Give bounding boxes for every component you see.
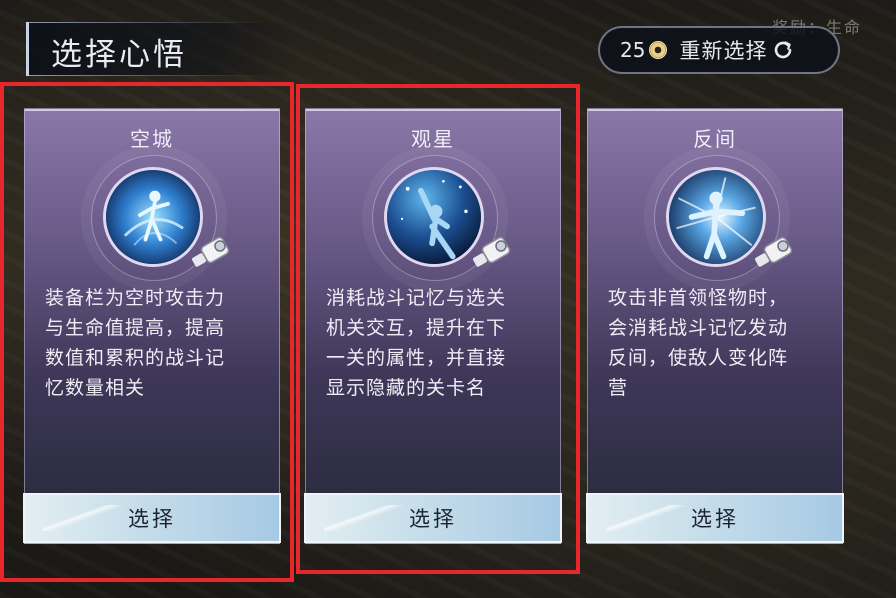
desc-line: 数值和累积的战斗记 bbox=[45, 347, 226, 369]
select-button-label: 选择 bbox=[691, 507, 739, 531]
desc-line: 显示隐藏的关卡名 bbox=[326, 377, 487, 399]
desc-line: 攻击非首领怪物时， bbox=[608, 287, 789, 309]
coin-icon bbox=[649, 41, 668, 59]
reroll-button[interactable]: 25 重新选择 bbox=[598, 26, 840, 74]
desc-line: 一关的属性，并直接 bbox=[326, 347, 507, 369]
refresh-icon bbox=[775, 41, 792, 59]
reroll-cost: 25 bbox=[620, 38, 646, 62]
desc-line: 忆数量相关 bbox=[45, 377, 146, 399]
desc-line: 会消耗战斗记忆发动 bbox=[608, 317, 789, 339]
select-button-label: 选择 bbox=[128, 507, 176, 531]
desc-line: 反间，使敌人变化阵 bbox=[608, 347, 789, 369]
card-kongcheng: 空城 装备栏为空时攻击力 与生命值提高，提高 数值和累积的战斗记 忆数量相关 选… bbox=[23, 108, 281, 544]
desc-line: 与生命值提高，提高 bbox=[45, 317, 226, 339]
card-title: 观星 bbox=[411, 127, 455, 151]
select-button-label: 选择 bbox=[409, 507, 457, 531]
card-description: 消耗战斗记忆与选关 机关交互，提升在下 一关的属性，并直接 显示隐藏的关卡名 bbox=[326, 283, 546, 403]
select-button[interactable]: 选择 bbox=[23, 493, 281, 543]
card-title: 反间 bbox=[693, 127, 737, 151]
card-description: 装备栏为空时攻击力 与生命值提高，提高 数值和累积的战斗记 忆数量相关 bbox=[45, 283, 265, 403]
title-panel: 选择心悟 bbox=[26, 22, 299, 76]
card-title: 空城 bbox=[130, 127, 174, 151]
select-button[interactable]: 选择 bbox=[304, 493, 562, 543]
stargazer-emblem-icon bbox=[384, 167, 484, 267]
card-description: 攻击非首领怪物时， 会消耗战斗记忆发动 反间，使敌人变化阵 营 bbox=[608, 283, 828, 403]
card-guanxing: 观星 消耗战斗记忆与选关 机关交互，提升在下 一关的属性，并直接 显示隐藏的关卡… bbox=[304, 108, 562, 544]
select-button[interactable]: 选择 bbox=[586, 493, 844, 543]
spirit-figure-emblem-icon bbox=[103, 167, 203, 267]
card-fanjian: 反间 攻击非首领怪物时， 会消耗战斗记忆发动 反间，使敌人变化阵 营 选择 bbox=[586, 108, 844, 544]
magnifier-icon[interactable] bbox=[191, 233, 235, 271]
desc-line: 营 bbox=[608, 377, 629, 399]
desc-line: 机关交互，提升在下 bbox=[326, 317, 507, 339]
reroll-label: 重新选择 bbox=[679, 39, 768, 63]
desc-line: 消耗战斗记忆与选关 bbox=[326, 287, 507, 309]
page-title: 选择心悟 bbox=[51, 37, 187, 73]
magnifier-icon[interactable] bbox=[754, 233, 798, 271]
burst-figure-emblem-icon bbox=[666, 167, 766, 267]
desc-line: 装备栏为空时攻击力 bbox=[45, 287, 226, 309]
magnifier-icon[interactable] bbox=[472, 233, 516, 271]
